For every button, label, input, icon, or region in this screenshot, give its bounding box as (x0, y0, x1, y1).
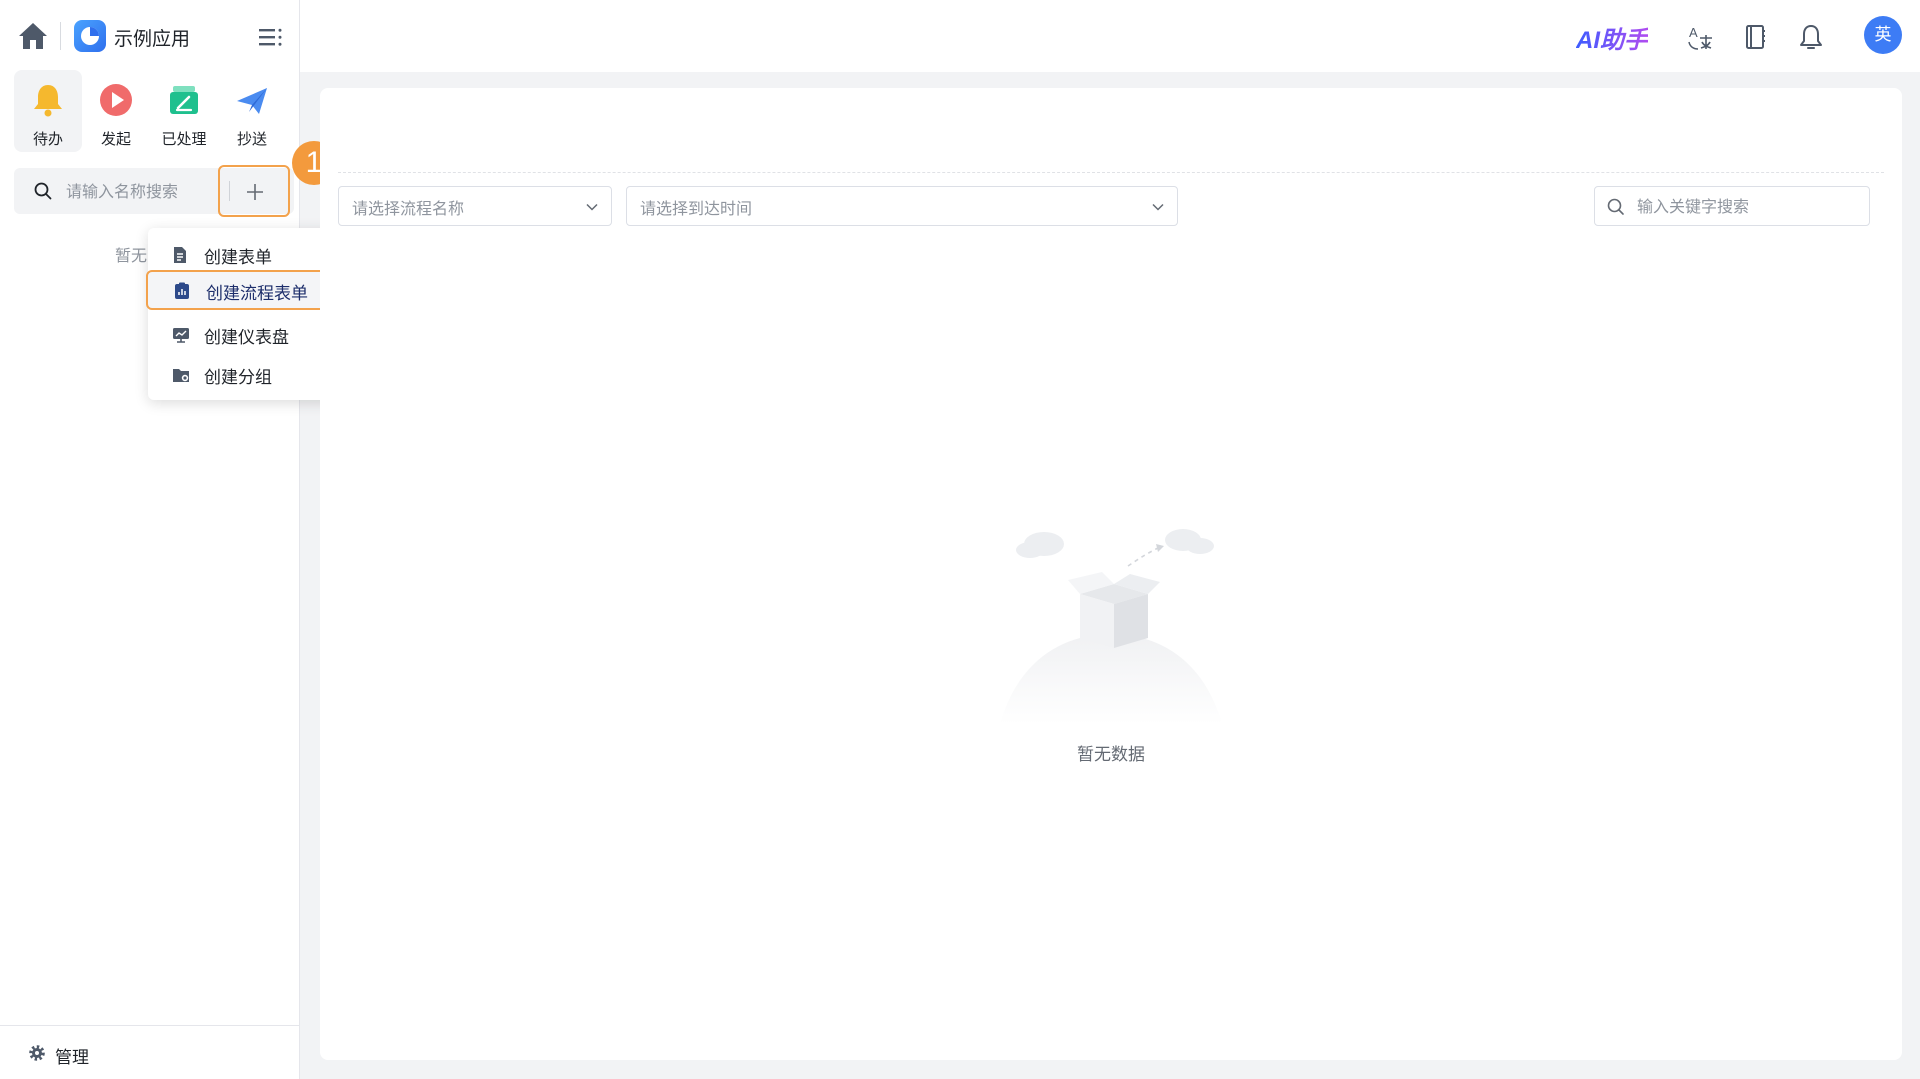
ai-assistant-button[interactable]: AI助手 (1576, 20, 1648, 55)
menu-item-label: 创建表单 (204, 248, 272, 268)
main-panel: 请选择流程名称 请选择到达时间 输入关键字搜索 暂无数据 (320, 88, 1902, 1060)
quick-nav-cc[interactable]: 抄送 (218, 70, 286, 152)
play-icon (100, 84, 132, 116)
empty-box-illustration (1000, 529, 1222, 724)
quick-nav-label: 发起 (100, 130, 131, 148)
app-logo (74, 20, 106, 52)
flow-form-icon (175, 282, 189, 299)
sidebar: 示例应用 待办 发起 已处理 抄送 请输入名称搜索 暂无 管理 (0, 0, 300, 1079)
dashboard-icon (173, 328, 189, 343)
home-button[interactable] (16, 20, 50, 52)
quick-nav-label: 已处理 (161, 130, 207, 148)
quick-nav-todo[interactable]: 待办 (14, 70, 82, 152)
process-name-select[interactable]: 请选择流程名称 (338, 186, 612, 226)
add-button[interactable] (218, 165, 290, 217)
tab-divider (338, 172, 1884, 173)
time-select-placeholder: 请选择到达时间 (640, 199, 753, 218)
form-icon (174, 247, 186, 263)
avatar[interactable]: 英 (1864, 16, 1902, 54)
check-edit-icon (170, 86, 198, 114)
book-button[interactable] (1740, 22, 1770, 52)
keyword-search-input[interactable] (1635, 193, 1855, 219)
sidebar-search-input[interactable] (64, 176, 214, 206)
quick-nav-label: 待办 (32, 130, 63, 148)
notification-button[interactable] (1796, 22, 1826, 52)
gear-icon (29, 1045, 45, 1061)
menu-item-label: 创建仪表盘 (204, 328, 289, 348)
folder-icon (173, 369, 189, 382)
app-name: 示例应用 (114, 28, 191, 50)
keyword-search-box (1594, 186, 1870, 226)
menu-item-label: 创建流程表单 (206, 284, 308, 304)
quick-nav-label: 抄送 (236, 130, 267, 148)
quick-nav-initiate[interactable]: 发起 (82, 70, 150, 152)
home-icon (19, 23, 47, 49)
top-bar: AI助手 A 英 (300, 0, 1920, 72)
quick-nav-processed[interactable]: 已处理 (150, 70, 218, 152)
chevron-down-icon (1152, 203, 1164, 211)
menu-item-label: 创建分组 (204, 368, 272, 388)
sidebar-empty-text: 暂无 (115, 246, 148, 265)
collapse-menu-button[interactable] (256, 24, 286, 50)
bell-icon (34, 85, 62, 117)
translate-icon: A (1688, 25, 1712, 50)
search-icon (1607, 198, 1624, 215)
chevron-down-icon (586, 203, 598, 211)
app-logo-icon (81, 27, 99, 45)
translate-button[interactable]: A (1686, 22, 1716, 52)
book-icon (1746, 25, 1765, 49)
paper-plane-icon (237, 88, 267, 114)
manage-button[interactable]: 管理 (0, 1025, 300, 1079)
svg-text:A: A (1689, 25, 1698, 40)
empty-state-text: 暂无数据 (1077, 745, 1145, 765)
manage-label: 管理 (55, 1048, 89, 1068)
arrival-time-select[interactable]: 请选择到达时间 (626, 186, 1178, 226)
sidebar-header: 示例应用 (0, 0, 300, 72)
collapse-menu-icon (259, 28, 282, 46)
search-icon (34, 182, 52, 200)
process-select-placeholder: 请选择流程名称 (352, 199, 465, 218)
notification-bell-icon (1800, 25, 1822, 49)
plus-icon (247, 184, 263, 200)
header-divider (60, 22, 61, 50)
